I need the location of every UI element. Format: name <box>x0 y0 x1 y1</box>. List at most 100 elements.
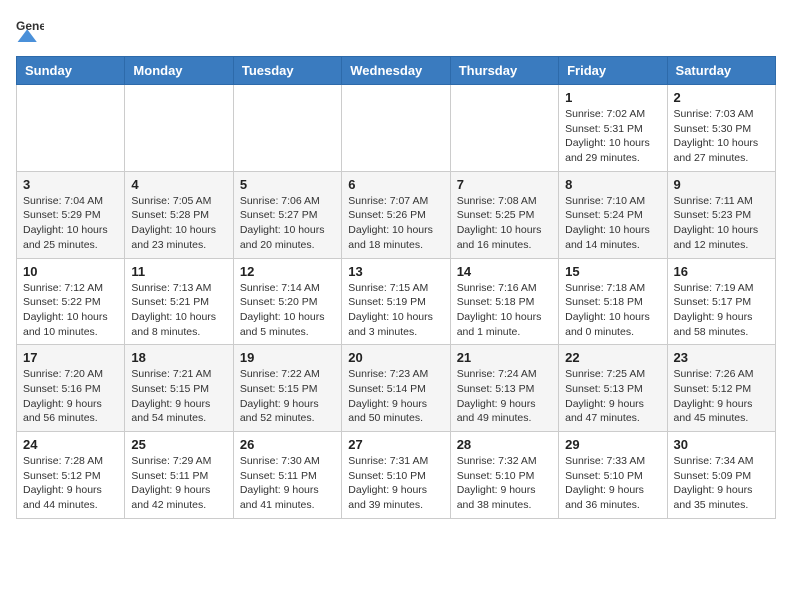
logo: General <box>16 16 48 44</box>
page-header: General <box>16 16 776 44</box>
day-info: Sunrise: 7:11 AM Sunset: 5:23 PM Dayligh… <box>674 194 769 253</box>
day-info: Sunrise: 7:13 AM Sunset: 5:21 PM Dayligh… <box>131 281 226 340</box>
calendar-cell <box>450 85 558 172</box>
column-header-wednesday: Wednesday <box>342 57 450 85</box>
calendar-cell: 11 Sunrise: 7:13 AM Sunset: 5:21 PM Dayli… <box>125 258 233 345</box>
calendar-table: SundayMondayTuesdayWednesdayThursdayFrid… <box>16 56 776 519</box>
calendar-cell: 14 Sunrise: 7:16 AM Sunset: 5:18 PM Dayli… <box>450 258 558 345</box>
calendar-week-row: 3 Sunrise: 7:04 AM Sunset: 5:29 PM Daylig… <box>17 171 776 258</box>
logo-icon: General <box>16 16 44 44</box>
day-number: 1 <box>565 90 660 105</box>
calendar-cell: 19 Sunrise: 7:22 AM Sunset: 5:15 PM Dayli… <box>233 345 341 432</box>
calendar-cell <box>233 85 341 172</box>
day-info: Sunrise: 7:08 AM Sunset: 5:25 PM Dayligh… <box>457 194 552 253</box>
calendar-cell: 2 Sunrise: 7:03 AM Sunset: 5:30 PM Daylig… <box>667 85 775 172</box>
day-number: 28 <box>457 437 552 452</box>
day-number: 25 <box>131 437 226 452</box>
day-number: 4 <box>131 177 226 192</box>
column-header-friday: Friday <box>559 57 667 85</box>
calendar-cell: 6 Sunrise: 7:07 AM Sunset: 5:26 PM Daylig… <box>342 171 450 258</box>
day-number: 26 <box>240 437 335 452</box>
calendar-cell: 3 Sunrise: 7:04 AM Sunset: 5:29 PM Daylig… <box>17 171 125 258</box>
day-number: 7 <box>457 177 552 192</box>
calendar-cell: 7 Sunrise: 7:08 AM Sunset: 5:25 PM Daylig… <box>450 171 558 258</box>
day-number: 15 <box>565 264 660 279</box>
day-info: Sunrise: 7:28 AM Sunset: 5:12 PM Dayligh… <box>23 454 118 513</box>
day-number: 22 <box>565 350 660 365</box>
calendar-cell: 12 Sunrise: 7:14 AM Sunset: 5:20 PM Dayli… <box>233 258 341 345</box>
day-info: Sunrise: 7:03 AM Sunset: 5:30 PM Dayligh… <box>674 107 769 166</box>
calendar-cell: 30Sunrise: 7:34 AM Sunset: 5:09 PM Dayli… <box>667 432 775 519</box>
calendar-cell: 23 Sunrise: 7:26 AM Sunset: 5:12 PM Dayli… <box>667 345 775 432</box>
day-info: Sunrise: 7:04 AM Sunset: 5:29 PM Dayligh… <box>23 194 118 253</box>
calendar-cell: 1Sunrise: 7:02 AM Sunset: 5:31 PM Daylig… <box>559 85 667 172</box>
day-number: 11 <box>131 264 226 279</box>
day-number: 2 <box>674 90 769 105</box>
day-info: Sunrise: 7:25 AM Sunset: 5:13 PM Dayligh… <box>565 367 660 426</box>
day-info: Sunrise: 7:22 AM Sunset: 5:15 PM Dayligh… <box>240 367 335 426</box>
day-number: 3 <box>23 177 118 192</box>
day-number: 18 <box>131 350 226 365</box>
day-info: Sunrise: 7:24 AM Sunset: 5:13 PM Dayligh… <box>457 367 552 426</box>
day-info: Sunrise: 7:19 AM Sunset: 5:17 PM Dayligh… <box>674 281 769 340</box>
calendar-cell <box>17 85 125 172</box>
day-number: 24 <box>23 437 118 452</box>
calendar-cell: 10 Sunrise: 7:12 AM Sunset: 5:22 PM Dayli… <box>17 258 125 345</box>
calendar-cell: 20 Sunrise: 7:23 AM Sunset: 5:14 PM Dayli… <box>342 345 450 432</box>
day-number: 16 <box>674 264 769 279</box>
day-info: Sunrise: 7:30 AM Sunset: 5:11 PM Dayligh… <box>240 454 335 513</box>
day-info: Sunrise: 7:33 AM Sunset: 5:10 PM Dayligh… <box>565 454 660 513</box>
day-info: Sunrise: 7:14 AM Sunset: 5:20 PM Dayligh… <box>240 281 335 340</box>
svg-text:General: General <box>16 19 44 33</box>
day-number: 10 <box>23 264 118 279</box>
day-info: Sunrise: 7:10 AM Sunset: 5:24 PM Dayligh… <box>565 194 660 253</box>
day-number: 5 <box>240 177 335 192</box>
day-info: Sunrise: 7:23 AM Sunset: 5:14 PM Dayligh… <box>348 367 443 426</box>
day-number: 29 <box>565 437 660 452</box>
calendar-cell: 26 Sunrise: 7:30 AM Sunset: 5:11 PM Dayli… <box>233 432 341 519</box>
day-info: Sunrise: 7:26 AM Sunset: 5:12 PM Dayligh… <box>674 367 769 426</box>
calendar-cell: 9Sunrise: 7:11 AM Sunset: 5:23 PM Daylig… <box>667 171 775 258</box>
day-number: 20 <box>348 350 443 365</box>
day-number: 14 <box>457 264 552 279</box>
day-number: 27 <box>348 437 443 452</box>
column-header-tuesday: Tuesday <box>233 57 341 85</box>
calendar-cell: 25 Sunrise: 7:29 AM Sunset: 5:11 PM Dayli… <box>125 432 233 519</box>
day-info: Sunrise: 7:20 AM Sunset: 5:16 PM Dayligh… <box>23 367 118 426</box>
day-number: 19 <box>240 350 335 365</box>
day-info: Sunrise: 7:06 AM Sunset: 5:27 PM Dayligh… <box>240 194 335 253</box>
calendar-week-row: 1Sunrise: 7:02 AM Sunset: 5:31 PM Daylig… <box>17 85 776 172</box>
day-info: Sunrise: 7:31 AM Sunset: 5:10 PM Dayligh… <box>348 454 443 513</box>
day-info: Sunrise: 7:07 AM Sunset: 5:26 PM Dayligh… <box>348 194 443 253</box>
day-info: Sunrise: 7:21 AM Sunset: 5:15 PM Dayligh… <box>131 367 226 426</box>
calendar-cell: 13 Sunrise: 7:15 AM Sunset: 5:19 PM Dayli… <box>342 258 450 345</box>
calendar-cell <box>125 85 233 172</box>
day-info: Sunrise: 7:15 AM Sunset: 5:19 PM Dayligh… <box>348 281 443 340</box>
calendar-cell: 21 Sunrise: 7:24 AM Sunset: 5:13 PM Dayli… <box>450 345 558 432</box>
day-number: 21 <box>457 350 552 365</box>
calendar-cell: 29 Sunrise: 7:33 AM Sunset: 5:10 PM Dayli… <box>559 432 667 519</box>
day-info: Sunrise: 7:12 AM Sunset: 5:22 PM Dayligh… <box>23 281 118 340</box>
calendar-week-row: 24 Sunrise: 7:28 AM Sunset: 5:12 PM Dayli… <box>17 432 776 519</box>
day-number: 12 <box>240 264 335 279</box>
calendar-cell: 28 Sunrise: 7:32 AM Sunset: 5:10 PM Dayli… <box>450 432 558 519</box>
day-number: 30 <box>674 437 769 452</box>
calendar-cell: 5 Sunrise: 7:06 AM Sunset: 5:27 PM Daylig… <box>233 171 341 258</box>
day-number: 6 <box>348 177 443 192</box>
day-info: Sunrise: 7:29 AM Sunset: 5:11 PM Dayligh… <box>131 454 226 513</box>
day-number: 23 <box>674 350 769 365</box>
day-number: 8 <box>565 177 660 192</box>
calendar-cell: 27 Sunrise: 7:31 AM Sunset: 5:10 PM Dayli… <box>342 432 450 519</box>
calendar-cell: 15Sunrise: 7:18 AM Sunset: 5:18 PM Dayli… <box>559 258 667 345</box>
calendar-cell: 16 Sunrise: 7:19 AM Sunset: 5:17 PM Dayli… <box>667 258 775 345</box>
day-number: 13 <box>348 264 443 279</box>
column-header-sunday: Sunday <box>17 57 125 85</box>
calendar-cell: 22 Sunrise: 7:25 AM Sunset: 5:13 PM Dayli… <box>559 345 667 432</box>
day-info: Sunrise: 7:32 AM Sunset: 5:10 PM Dayligh… <box>457 454 552 513</box>
calendar-week-row: 10 Sunrise: 7:12 AM Sunset: 5:22 PM Dayli… <box>17 258 776 345</box>
column-header-thursday: Thursday <box>450 57 558 85</box>
calendar-cell: 24 Sunrise: 7:28 AM Sunset: 5:12 PM Dayli… <box>17 432 125 519</box>
calendar-header-row: SundayMondayTuesdayWednesdayThursdayFrid… <box>17 57 776 85</box>
calendar-cell: 4Sunrise: 7:05 AM Sunset: 5:28 PM Daylig… <box>125 171 233 258</box>
day-info: Sunrise: 7:16 AM Sunset: 5:18 PM Dayligh… <box>457 281 552 340</box>
